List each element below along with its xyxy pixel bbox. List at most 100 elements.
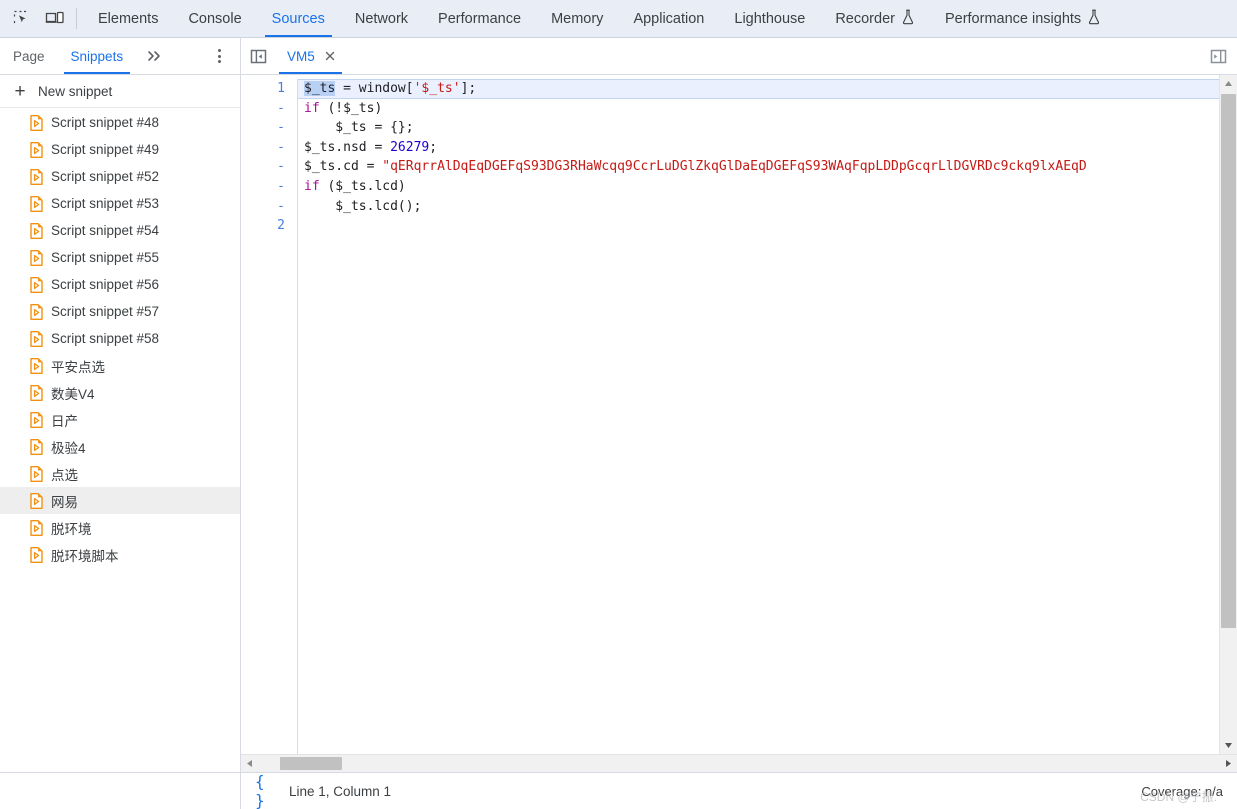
show-debugger-icon[interactable]	[1199, 38, 1237, 74]
snippet-list-item[interactable]: 平安点选	[0, 352, 240, 379]
line-number: -	[277, 159, 285, 175]
snippet-file-icon	[30, 141, 43, 158]
snippet-file-icon	[30, 492, 43, 509]
editor-tab-vm5[interactable]: VM5	[275, 38, 346, 74]
snippet-list-item[interactable]: 日产	[0, 406, 240, 433]
inspect-element-icon[interactable]	[8, 6, 34, 32]
tab-network[interactable]: Network	[340, 0, 423, 37]
code-line[interactable]: $_ts = window['$_ts'];	[298, 79, 1237, 99]
snippet-file-icon	[30, 357, 43, 374]
editor-tab-label: VM5	[287, 48, 315, 64]
editor-horizontal-scrollbar[interactable]	[241, 754, 1237, 772]
line-number: -	[277, 198, 285, 214]
snippet-label: 平安点选	[51, 359, 105, 375]
tab-page[interactable]: Page	[0, 38, 58, 74]
tab-label: Console	[188, 10, 242, 27]
snippet-list-item[interactable]: 脱环境脚本	[0, 541, 240, 568]
pretty-print-glyph: { }	[255, 772, 265, 809]
code-token: if	[304, 100, 320, 116]
snippet-list-item[interactable]: 极验4	[0, 433, 240, 460]
code-line[interactable]: $_ts.nsd = 26279;	[304, 138, 1237, 158]
pretty-print-icon[interactable]: { }	[255, 772, 277, 809]
tab-application[interactable]: Application	[618, 0, 719, 37]
code-token: $_ts.nsd =	[304, 139, 391, 155]
snippet-file-icon	[30, 276, 43, 293]
tab-label: Network	[354, 10, 409, 27]
code-token: $_ts = {};	[304, 120, 414, 136]
tab-snippets[interactable]: Snippets	[58, 38, 137, 74]
plus-icon: +	[14, 80, 26, 102]
code-line[interactable]: $_ts.lcd();	[304, 197, 1237, 217]
snippet-list-item[interactable]: 数美V4	[0, 379, 240, 406]
new-snippet-button[interactable]: + New snippet	[0, 75, 240, 108]
tab-memory[interactable]: Memory	[536, 0, 618, 37]
tab-performance[interactable]: Performance	[423, 0, 536, 37]
snippet-list: Script snippet #48 Script snippet #49 Scri…	[0, 108, 240, 772]
vertical-scroll-thumb[interactable]	[1221, 94, 1236, 628]
close-icon[interactable]	[324, 50, 336, 62]
code-line[interactable]: if ($_ts.lcd)	[304, 177, 1237, 197]
new-snippet-label: New snippet	[38, 83, 113, 99]
tab-page-label: Page	[13, 48, 45, 64]
snippet-file-icon	[30, 465, 43, 482]
tab-lighthouse[interactable]: Lighthouse	[719, 0, 820, 37]
snippet-label: 脱环境	[51, 521, 92, 537]
line-number: 1	[277, 81, 285, 96]
snippet-list-item[interactable]: Script snippet #49	[0, 136, 240, 163]
snippet-file-icon	[30, 384, 43, 401]
snippet-list-item[interactable]: Script snippet #54	[0, 217, 240, 244]
tab-sources[interactable]: Sources	[257, 0, 340, 37]
scroll-up-icon[interactable]	[1220, 75, 1237, 92]
devtools-body: + New snippet Script snippet #48 Script s…	[0, 75, 1237, 772]
snippet-list-item[interactable]: Script snippet #57	[0, 298, 240, 325]
snippet-file-icon	[30, 222, 43, 239]
tab-console[interactable]: Console	[173, 0, 256, 37]
snippet-label: 网易	[51, 494, 78, 510]
code-line[interactable]: $_ts = {};	[304, 118, 1237, 138]
selected-text: $_ts	[304, 81, 336, 96]
snippet-label: Script snippet #54	[51, 223, 160, 238]
snippet-list-item[interactable]: Script snippet #58	[0, 325, 240, 352]
code-token: '$_ts'	[413, 81, 461, 96]
code-token: = window[	[335, 81, 414, 96]
editor-vertical-scrollbar[interactable]	[1219, 75, 1237, 754]
tab-label: Sources	[271, 10, 325, 27]
show-navigator-icon[interactable]	[241, 38, 275, 74]
more-tabs-icon[interactable]	[136, 38, 174, 74]
snippet-file-icon	[30, 519, 43, 536]
more-options-icon[interactable]	[206, 38, 232, 74]
navigator-toolbar: Page Snippets	[0, 38, 241, 75]
line-number: -	[277, 120, 285, 136]
snippet-label: 点选	[51, 467, 78, 483]
snippet-list-item[interactable]: 脱环境	[0, 514, 240, 541]
snippet-list-item[interactable]: Script snippet #55	[0, 244, 240, 271]
code-token: 26279	[390, 139, 430, 155]
tab-label: Performance insights	[944, 10, 1082, 27]
tab-performance-insights[interactable]: Performance insights	[930, 0, 1116, 37]
scroll-right-icon[interactable]	[1220, 755, 1237, 772]
snippet-list-item[interactable]: Script snippet #52	[0, 163, 240, 190]
vertical-scroll-track[interactable]	[1220, 92, 1237, 737]
scroll-left-icon[interactable]	[241, 755, 258, 772]
snippet-label: Script snippet #53	[51, 196, 160, 211]
code-token: $_ts.cd =	[304, 159, 383, 175]
device-toolbar-icon[interactable]	[42, 6, 68, 32]
code-content[interactable]: $_ts = window['$_ts']; if (!$_ts) $_ts = …	[298, 75, 1237, 754]
status-bar-left-spacer	[0, 773, 241, 809]
horizontal-scroll-track[interactable]	[258, 755, 1220, 772]
horizontal-scroll-thumb[interactable]	[280, 757, 342, 770]
snippet-list-item[interactable]: 点选	[0, 460, 240, 487]
snippet-list-item[interactable]: Script snippet #53	[0, 190, 240, 217]
editor-tab-strip: VM5	[241, 38, 1237, 75]
snippet-list-item[interactable]: Script snippet #56	[0, 271, 240, 298]
scroll-down-icon[interactable]	[1220, 737, 1237, 754]
snippet-list-item[interactable]: 网易	[0, 487, 240, 514]
snippet-list-item[interactable]: Script snippet #48	[0, 109, 240, 136]
tab-elements[interactable]: Elements	[83, 0, 173, 37]
tab-label: Recorder	[835, 10, 895, 27]
code-line[interactable]: $_ts.cd = "qERqrrAlDqEqDGEFqS93DG3RHaWcq…	[304, 157, 1237, 177]
coverage-label[interactable]: Coverage: n/a	[1141, 784, 1223, 799]
code-line[interactable]: if (!$_ts)	[304, 99, 1237, 119]
tab-label: Memory	[551, 10, 604, 27]
tab-recorder[interactable]: Recorder	[820, 0, 930, 37]
